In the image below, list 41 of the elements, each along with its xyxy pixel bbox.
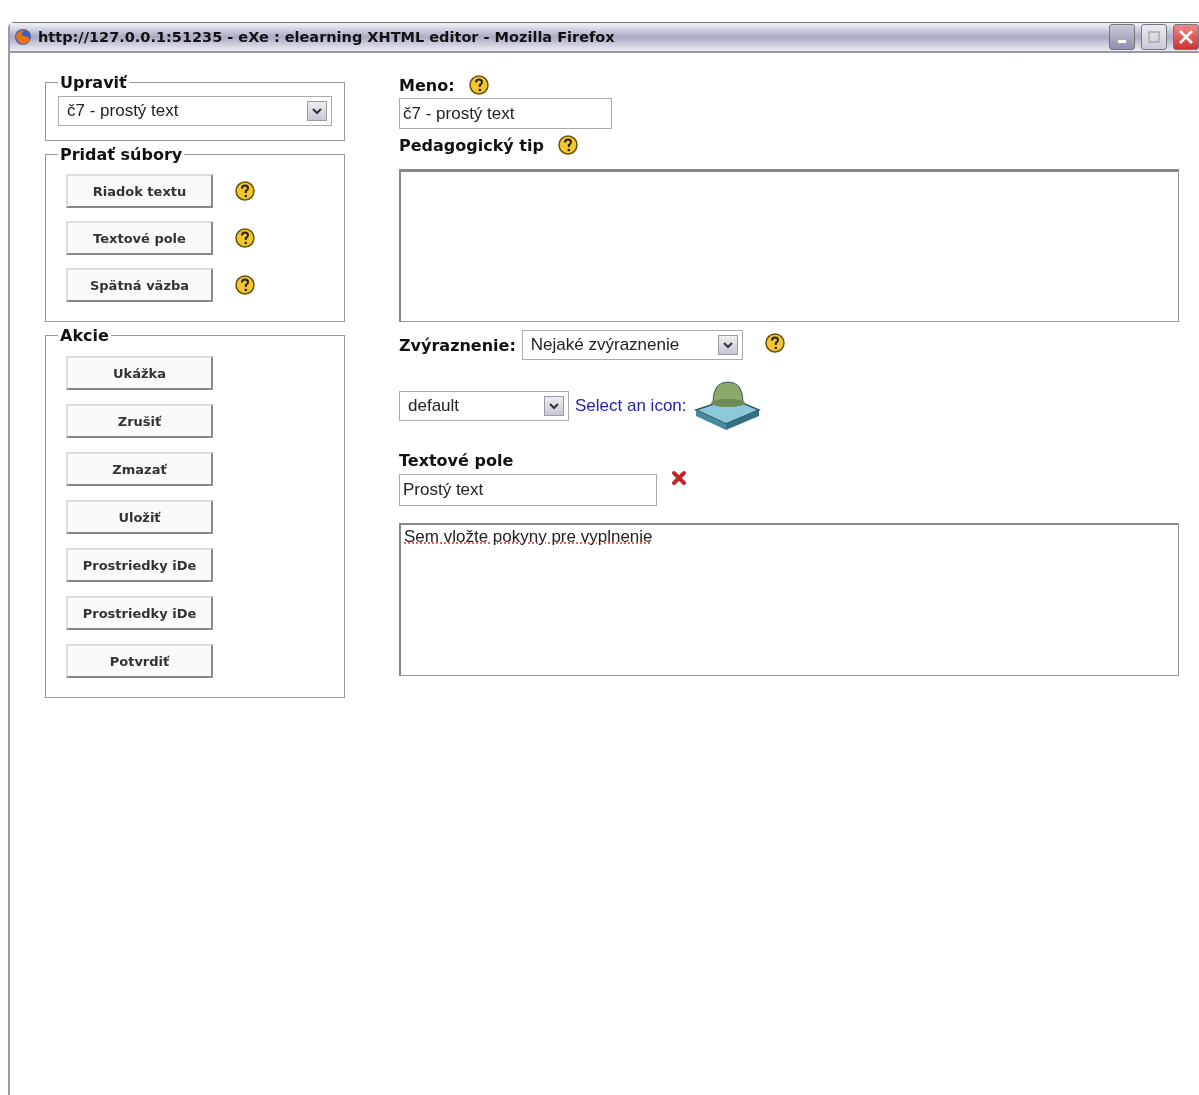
window-title: http://127.0.0.1:51235 - eXe : elearning XHTML editor - Mozilla Firefox [38, 29, 616, 45]
add-field-button[interactable]: Riadok textu [66, 174, 213, 208]
idevice-select[interactable]: č7 - prostý text [58, 96, 332, 126]
help-icon[interactable] [764, 333, 785, 353]
instructions-editor[interactable]: Sem vložte pokyny pre vyplnenie [399, 523, 1179, 676]
panel-legend: Pridať súbory [60, 145, 183, 164]
close-icon [1179, 30, 1193, 44]
delete-icon[interactable] [671, 470, 687, 486]
minimize-button[interactable] [1109, 24, 1135, 50]
close-button[interactable] [1173, 24, 1199, 50]
add-field-button[interactable]: Spätná väzba [66, 268, 213, 302]
field-label: Zvýraznenie: [399, 335, 516, 355]
help-icon[interactable] [235, 181, 255, 201]
field-label: Textové pole [399, 451, 514, 470]
help-icon[interactable] [557, 135, 578, 155]
field-label: Meno: [399, 75, 455, 95]
action-button[interactable]: Potvrdiť [66, 644, 213, 678]
hard-hat-on-tray-icon [692, 378, 763, 433]
action-button[interactable]: Zrušiť [66, 404, 213, 438]
panel-legend: Akcie [60, 326, 109, 345]
help-icon[interactable] [235, 228, 255, 248]
help-icon[interactable] [235, 275, 255, 295]
action-button[interactable]: Uložiť [66, 500, 213, 534]
action-button[interactable]: Prostriedky iDe [66, 548, 213, 582]
action-button[interactable]: Prostriedky iDe [66, 596, 213, 630]
globe-icon [14, 28, 32, 46]
name-field[interactable]: č7 - prostý text [399, 98, 612, 129]
action-button[interactable]: Zmazať [66, 452, 213, 486]
maximize-icon [1148, 31, 1160, 43]
minimize-icon [1118, 39, 1126, 43]
tip-editor[interactable] [399, 169, 1179, 322]
help-icon[interactable] [468, 75, 489, 95]
field-label: Pedagogický tip [399, 135, 544, 155]
add-field-button[interactable]: Textové pole [66, 221, 213, 255]
maximize-button[interactable] [1141, 24, 1167, 50]
field-title-input[interactable]: Prostý text [399, 474, 657, 506]
emphasis-select[interactable]: Nejaké zvýraznenie [521, 330, 743, 360]
panel-legend: Upraviť [60, 73, 127, 92]
select-icon-link[interactable]: Select an icon: [575, 395, 687, 416]
action-button[interactable]: Ukážka [66, 356, 213, 390]
icon-select[interactable]: default [399, 390, 569, 421]
